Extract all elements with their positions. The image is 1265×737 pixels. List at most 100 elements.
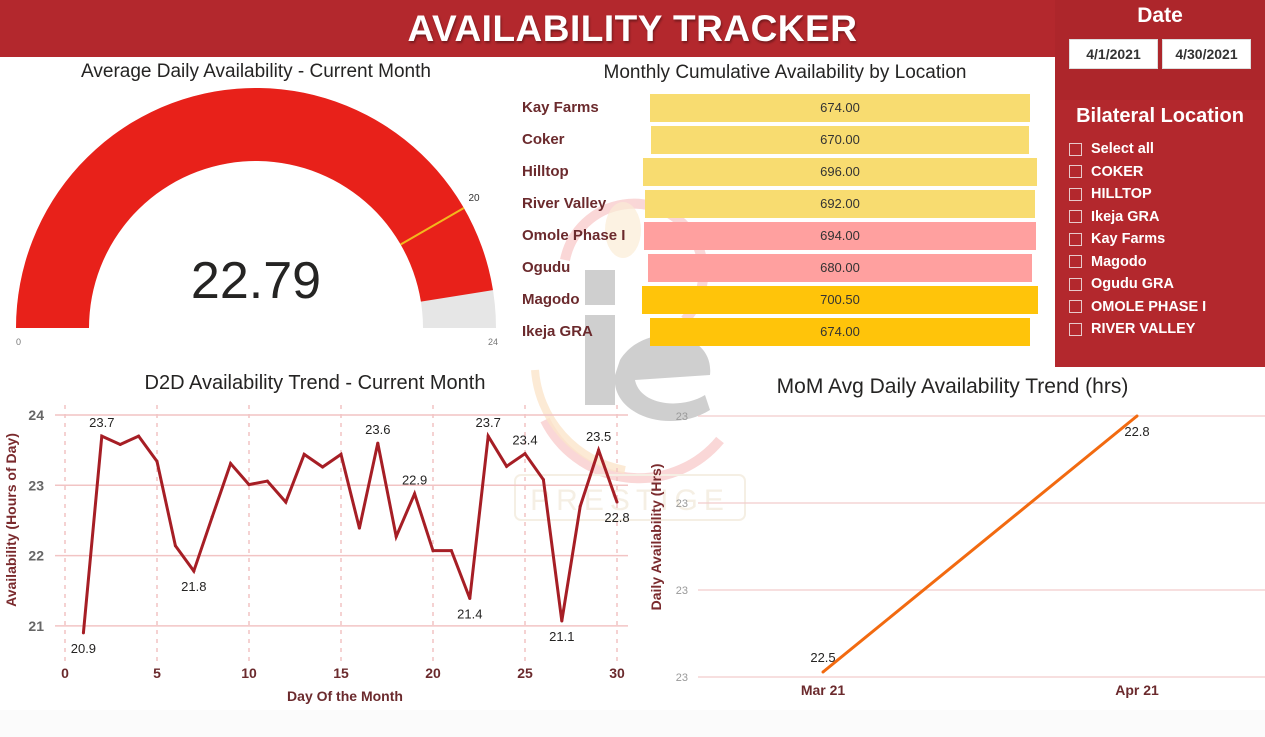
d2d-data-point[interactable] [597, 448, 601, 452]
mom-data-label: 22.5 [810, 650, 835, 665]
bar-category-label: Magodo [522, 291, 580, 308]
location-filter-title: Bilateral Location [1076, 105, 1244, 127]
d2d-data-point[interactable] [578, 504, 582, 508]
location-filter-item[interactable]: COKER [1069, 161, 1206, 184]
d2d-data-point[interactable] [523, 452, 527, 456]
footer-area [0, 710, 1265, 737]
d2d-data-label: 21.8 [181, 579, 206, 594]
bar-category-label: Coker [522, 131, 565, 148]
location-filter-item[interactable]: Kay Farms [1069, 228, 1206, 251]
checkbox[interactable] [1069, 142, 1082, 156]
location-filter-label: Select all [1091, 141, 1154, 158]
location-filter-item[interactable]: Magodo [1069, 251, 1206, 274]
d2d-data-point[interactable] [155, 459, 159, 463]
d2d-x-axis: 0 5 10 15 20 25 30 [61, 665, 625, 681]
checkbox[interactable] [1069, 300, 1082, 314]
d2d-data-point[interactable] [137, 434, 141, 438]
date-filter-title: Date [1137, 4, 1183, 27]
end-date-input[interactable]: 4/30/2021 [1162, 39, 1251, 69]
d2d-data-point[interactable] [615, 500, 619, 504]
d2d-data-point[interactable] [321, 465, 325, 469]
mom-x-tick-label: Apr 21 [1115, 682, 1159, 698]
location-filter-item[interactable]: OMOLE PHASE I [1069, 296, 1206, 319]
mom-data-point[interactable] [1135, 414, 1139, 418]
mom-x-tick-label: Mar 21 [801, 682, 846, 698]
d2d-data-point[interactable] [81, 631, 85, 635]
start-date-input[interactable]: 4/1/2021 [1069, 39, 1158, 69]
d2d-data-point[interactable] [486, 434, 490, 438]
location-filter-list: Select all COKER HILLTOP Ikeja GRA Kay Farms… [1069, 138, 1206, 341]
d2d-data-point[interactable] [229, 462, 233, 466]
bar-category-label: Ikeja GRA [522, 323, 593, 340]
d2d-data-point[interactable] [210, 515, 214, 519]
d2d-data-label: 23.4 [512, 433, 537, 448]
location-filter-label: Kay Farms [1091, 231, 1166, 248]
gauge-chart: 20 22.79 0 24 [16, 88, 498, 347]
mom-line-chart: 23 23 23 23 Mar 21 Apr 21 22.5 22.8 Daily Ava… [648, 411, 1265, 698]
d2d-data-point[interactable] [357, 526, 361, 530]
bar-category-label: Omole Phase I [522, 227, 626, 244]
d2d-data-point[interactable] [449, 549, 453, 553]
d2d-data-point[interactable] [284, 500, 288, 504]
checkbox[interactable] [1069, 187, 1082, 201]
d2d-x-tick-label: 10 [241, 665, 257, 681]
bar[interactable]: 674.00 [649, 318, 1031, 346]
d2d-data-point[interactable] [173, 544, 177, 548]
checkbox[interactable] [1069, 165, 1082, 179]
bar[interactable]: 670.00 [650, 126, 1030, 154]
location-filter-label: Magodo [1091, 253, 1147, 270]
checkbox[interactable] [1069, 210, 1082, 224]
bar[interactable]: 680.00 [647, 254, 1033, 282]
d2d-x-tick-label: 15 [333, 665, 349, 681]
d2d-data-point[interactable] [118, 443, 122, 447]
d2d-data-point[interactable] [468, 596, 472, 600]
d2d-data-point[interactable] [265, 479, 269, 483]
d2d-data-point[interactable] [100, 434, 104, 438]
checkbox[interactable] [1069, 277, 1082, 291]
d2d-data-point[interactable] [247, 483, 251, 487]
d2d-y-axis-title: Availability (Hours of Day) [3, 433, 19, 607]
mom-y-tick-label: 23 [676, 411, 688, 423]
mom-y-tick-label: 23 [676, 672, 688, 684]
location-filter-item[interactable]: Ikeja GRA [1069, 206, 1206, 229]
d2d-data-point[interactable] [192, 569, 196, 573]
d2d-gridlines [55, 405, 628, 663]
d2d-data-label: 22.8 [604, 510, 629, 525]
bar[interactable]: 700.50 [642, 286, 1038, 314]
bar-row: Ikeja GRA 674.00 [522, 317, 1052, 347]
d2d-line-chart: 21 22 23 24 0 5 10 15 20 25 30 20.9 23.7 21.8 23.6 22… [3, 405, 630, 704]
mom-y-tick-label: 23 [676, 498, 688, 510]
checkbox[interactable] [1069, 255, 1082, 269]
gauge-min-label: 0 [16, 337, 21, 347]
bar[interactable]: 674.00 [649, 94, 1031, 122]
d2d-data-point[interactable] [541, 478, 545, 482]
bar[interactable]: 696.00 [643, 158, 1037, 186]
bar[interactable]: 694.00 [643, 222, 1037, 250]
location-filter-item[interactable]: RIVER VALLEY [1069, 318, 1206, 341]
checkbox[interactable] [1069, 322, 1082, 336]
d2d-data-point[interactable] [394, 535, 398, 539]
d2d-x-tick-label: 5 [153, 665, 161, 681]
bar[interactable]: 692.00 [644, 190, 1036, 218]
location-filter-item[interactable]: Select all [1069, 138, 1206, 161]
mom-y-axis: 23 23 23 23 [676, 411, 688, 684]
d2d-data-point[interactable] [413, 492, 417, 496]
checkbox[interactable] [1069, 232, 1082, 246]
location-filter-item[interactable]: HILLTOP [1069, 183, 1206, 206]
bar-row: Coker 670.00 [522, 125, 1052, 155]
d2d-data-point[interactable] [376, 441, 380, 445]
d2d-data-point[interactable] [560, 619, 564, 623]
d2d-data-point[interactable] [505, 464, 509, 468]
location-filter-label: Ikeja GRA [1091, 208, 1160, 225]
mom-data-point[interactable] [821, 670, 825, 674]
mom-y-tick-label: 23 [676, 585, 688, 597]
d2d-y-axis: 21 22 23 24 [28, 407, 44, 634]
d2d-data-point[interactable] [431, 549, 435, 553]
d2d-data-label: 23.7 [89, 415, 114, 430]
d2d-data-point[interactable] [339, 452, 343, 456]
mom-gridlines [698, 415, 1265, 678]
location-filter-item[interactable]: Ogudu GRA [1069, 273, 1206, 296]
d2d-x-tick-label: 0 [61, 665, 69, 681]
mom-series-line [822, 414, 1138, 674]
d2d-data-point[interactable] [302, 452, 306, 456]
